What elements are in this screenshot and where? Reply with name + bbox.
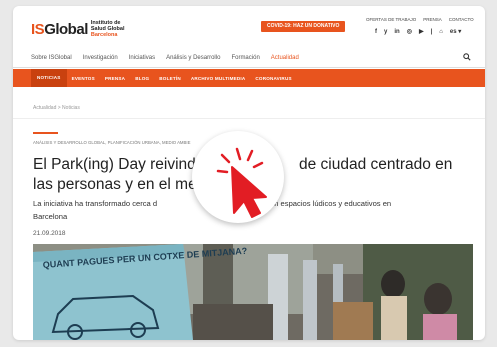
search-icon[interactable] bbox=[463, 53, 471, 61]
toplink-contact[interactable]: CONTACTO bbox=[449, 17, 474, 22]
logo-subtitle: Instituto de Salud Global Barcelona bbox=[91, 20, 125, 38]
breadcrumb[interactable]: Actualidad > Noticias bbox=[33, 105, 80, 111]
logo-global: Global bbox=[44, 20, 88, 38]
logo-sub-line3: Barcelona bbox=[90, 32, 118, 38]
headline-line2: las personas y en el me bbox=[33, 176, 197, 193]
nav-item-news[interactable]: Actualidad bbox=[271, 55, 299, 61]
click-pointer-badge bbox=[192, 131, 284, 223]
nav-divider bbox=[13, 67, 485, 68]
subnav-multimedia[interactable]: ARCHIVO MULTIMEDIA bbox=[186, 76, 251, 81]
nav-item-analysis[interactable]: Análisis y Desarrollo bbox=[166, 55, 220, 61]
isglobal-logo[interactable]: IS Global Instituto de Salud Global Barc… bbox=[31, 20, 124, 38]
subnav-coronavirus[interactable]: CORONAVIRUS bbox=[250, 76, 296, 81]
social-divider: | bbox=[430, 28, 433, 35]
nav-item-research[interactable]: Investigación bbox=[83, 55, 118, 61]
nav-item-about[interactable]: Sobre ISGlobal bbox=[31, 55, 72, 61]
pointer-hand-icon bbox=[216, 147, 267, 218]
breadcrumb-divider bbox=[13, 118, 485, 119]
article-date: 21.09.2018 bbox=[33, 230, 66, 237]
browser-page: IS Global Instituto de Salud Global Barc… bbox=[13, 6, 485, 340]
subnav-bulletin[interactable]: BOLETÍN bbox=[154, 76, 186, 81]
lede-line2: Barcelona bbox=[33, 212, 68, 221]
headline-part2: de ciudad centrado en bbox=[299, 156, 453, 173]
article-category[interactable]: ANÁLISIS Y DESARROLLO GLOBAL, PLANIFICAC… bbox=[33, 140, 190, 145]
youtube-icon[interactable]: ▶ bbox=[419, 28, 424, 35]
social-links: f y in ◎ ▶ | ⌂ es ▾ bbox=[375, 28, 461, 36]
article-photo: QUANT PAGUES PER UN COTXE DE MITJANA? bbox=[33, 244, 473, 340]
donate-button[interactable]: COVID-19: HAZ UN DONATIVO bbox=[261, 21, 346, 32]
facebook-icon[interactable]: f bbox=[375, 29, 377, 35]
accent-bar bbox=[33, 132, 58, 134]
home-icon[interactable]: ⌂ bbox=[439, 29, 443, 35]
site-header: IS Global Instituto de Salud Global Barc… bbox=[13, 6, 485, 46]
nav-item-initiatives[interactable]: Iniciativas bbox=[129, 55, 155, 61]
top-links: OFERTAS DE TRABAJO PRENSA CONTACTO bbox=[366, 17, 474, 22]
main-nav: Sobre ISGlobal Investigación Iniciativas… bbox=[31, 55, 299, 61]
nav-item-training[interactable]: Formación bbox=[231, 55, 259, 61]
instagram-icon[interactable]: ◎ bbox=[407, 28, 412, 35]
subnav-blog[interactable]: BLOG bbox=[130, 76, 154, 81]
subnav-news[interactable]: NOTICIAS bbox=[31, 69, 67, 87]
twitter-icon[interactable]: y bbox=[384, 29, 387, 35]
logo-is: IS bbox=[31, 20, 45, 38]
headline-part1: El Park(ing) Day reivindic bbox=[33, 156, 207, 173]
subnav-events[interactable]: EVENTOS bbox=[67, 76, 100, 81]
linkedin-icon[interactable]: in bbox=[394, 29, 399, 35]
subnav-press[interactable]: PRENSA bbox=[100, 76, 130, 81]
lede-part1: La iniciativa ha transformado cerca d bbox=[33, 199, 158, 208]
sub-nav-bar: NOTICIAS EVENTOS PRENSA BLOG BOLETÍN ARC… bbox=[13, 69, 485, 87]
toplink-press[interactable]: PRENSA bbox=[423, 17, 442, 22]
language-selector[interactable]: es ▾ bbox=[450, 28, 461, 35]
toplink-jobs[interactable]: OFERTAS DE TRABAJO bbox=[366, 17, 416, 22]
